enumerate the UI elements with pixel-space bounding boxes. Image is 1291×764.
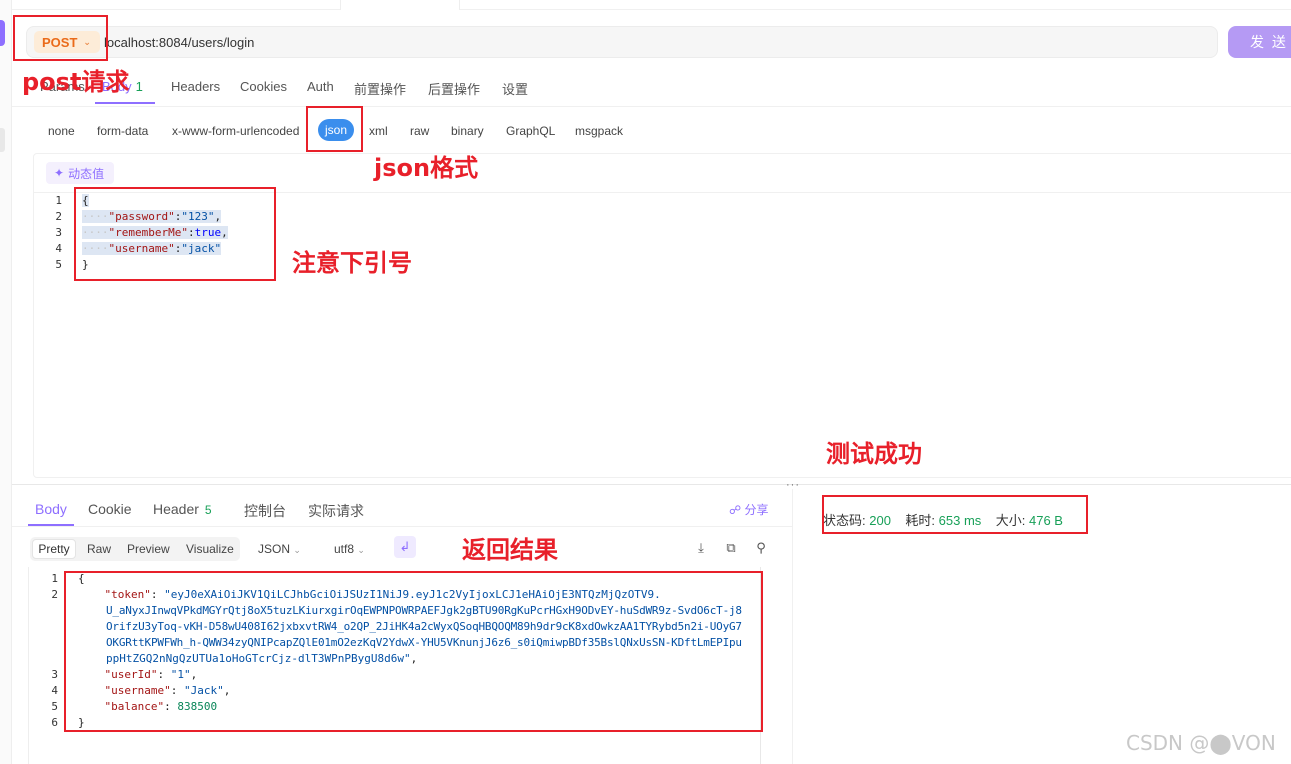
tab-post-processors[interactable]: 后置操作 bbox=[428, 79, 480, 98]
top-tab[interactable] bbox=[340, 0, 460, 10]
panel-splitter-vertical[interactable] bbox=[792, 489, 793, 764]
drag-handle-icon[interactable]: ··· bbox=[786, 479, 800, 491]
annotation-result: 返回结果 bbox=[462, 536, 558, 564]
word-wrap-icon[interactable]: ↲ bbox=[394, 536, 416, 558]
tab-settings[interactable]: 设置 bbox=[502, 79, 528, 98]
chevron-down-icon: ⌄ bbox=[357, 545, 365, 555]
resp-tab-header[interactable]: Header 5 bbox=[153, 501, 212, 517]
tab-pre-processors[interactable]: 前置操作 bbox=[354, 79, 406, 98]
line-number: 5 bbox=[51, 700, 58, 713]
annotation-box-json bbox=[306, 106, 363, 152]
body-type-form-data[interactable]: form-data bbox=[97, 124, 148, 138]
resp-tab-console[interactable]: 控制台 bbox=[244, 501, 286, 521]
tab-label: 设置 bbox=[502, 82, 529, 97]
chevron-down-icon: ⌄ bbox=[293, 545, 301, 555]
line-number: 5 bbox=[55, 258, 62, 271]
panel-splitter[interactable] bbox=[12, 484, 1291, 485]
line-number: 1 bbox=[51, 572, 58, 585]
encoding-select[interactable]: utf8 ⌄ bbox=[334, 542, 365, 556]
tab-label: Auth bbox=[307, 79, 334, 94]
tab-label: Headers bbox=[171, 79, 221, 94]
watermark: CSDN @⬤VON bbox=[1126, 731, 1276, 755]
tab-label: Header bbox=[153, 501, 199, 517]
dynamic-value-button[interactable]: ✦ 动态值 bbox=[46, 162, 114, 184]
view-preview[interactable]: Preview bbox=[127, 542, 170, 556]
send-button[interactable]: 发 送 bbox=[1228, 26, 1291, 58]
annotation-box-method bbox=[13, 15, 108, 61]
annotation-post: post请求 bbox=[22, 68, 130, 96]
tab-auth[interactable]: Auth bbox=[307, 79, 334, 94]
top-tab-strip bbox=[12, 0, 1291, 10]
search-icon[interactable]: ⚲ bbox=[753, 540, 769, 556]
sidebar-marker[interactable] bbox=[0, 128, 5, 152]
body-type-urlencoded[interactable]: x-www-form-urlencoded bbox=[172, 124, 299, 138]
download-icon[interactable]: ⤓ bbox=[693, 540, 709, 556]
copy-icon[interactable]: ⧉ bbox=[723, 540, 739, 556]
tab-count: 1 bbox=[135, 79, 143, 94]
body-type-msgpack[interactable]: msgpack bbox=[575, 124, 623, 138]
line-number: 1 bbox=[55, 194, 62, 207]
line-number: 4 bbox=[55, 242, 62, 255]
annotation-box-status bbox=[822, 495, 1088, 534]
annotation-quotes: 注意下引号 bbox=[292, 249, 412, 277]
tab-label: Cookies bbox=[240, 79, 287, 94]
left-sidebar-strip bbox=[0, 0, 12, 764]
annotation-success: 测试成功 bbox=[826, 440, 922, 468]
tab-cookies[interactable]: Cookies bbox=[240, 79, 287, 94]
sidebar-active-marker[interactable] bbox=[0, 20, 5, 46]
view-raw[interactable]: Raw bbox=[87, 542, 111, 556]
view-visualize[interactable]: Visualize bbox=[186, 542, 234, 556]
tab-headers[interactable]: Headers bbox=[171, 79, 220, 94]
line-number: 3 bbox=[51, 668, 58, 681]
tab-label: 实际请求 bbox=[308, 503, 364, 519]
tab-label: Cookie bbox=[88, 501, 132, 517]
tab-label: 控制台 bbox=[244, 503, 286, 519]
annotation-box-response bbox=[64, 571, 763, 732]
annotation-box-body bbox=[74, 187, 276, 281]
format-select[interactable]: JSON ⌄ bbox=[258, 542, 301, 556]
share-label: 分享 bbox=[744, 503, 769, 517]
url-input[interactable] bbox=[104, 31, 1004, 53]
share-icon: ☍ bbox=[729, 503, 742, 517]
line-number: 6 bbox=[51, 716, 58, 729]
body-type-none[interactable]: none bbox=[48, 124, 75, 138]
magic-wand-icon: ✦ bbox=[54, 166, 65, 180]
line-number: 2 bbox=[55, 210, 62, 223]
divider bbox=[28, 567, 29, 764]
body-type-xml[interactable]: xml bbox=[369, 124, 388, 138]
body-type-binary[interactable]: binary bbox=[451, 124, 484, 138]
body-type-graphql[interactable]: GraphQL bbox=[506, 124, 555, 138]
tab-count: 5 bbox=[204, 503, 212, 517]
body-type-raw[interactable]: raw bbox=[410, 124, 429, 138]
tab-label: 后置操作 bbox=[428, 82, 481, 97]
tab-label: 前置操作 bbox=[354, 82, 407, 97]
tab-label: Body bbox=[35, 501, 67, 517]
line-number: 2 bbox=[51, 588, 58, 601]
view-pretty[interactable]: Pretty bbox=[32, 539, 76, 559]
format-value: JSON bbox=[258, 542, 291, 556]
line-number: 4 bbox=[51, 684, 58, 697]
encoding-value: utf8 bbox=[334, 542, 355, 556]
divider bbox=[12, 526, 792, 527]
resp-tab-actual-request[interactable]: 实际请求 bbox=[308, 501, 364, 521]
dynamic-value-label: 动态值 bbox=[68, 166, 105, 181]
line-number: 3 bbox=[55, 226, 62, 239]
divider bbox=[12, 106, 1291, 107]
resp-tab-cookie[interactable]: Cookie bbox=[88, 501, 132, 517]
active-tab-indicator bbox=[95, 102, 155, 104]
resp-tab-body[interactable]: Body bbox=[35, 501, 67, 517]
share-button[interactable]: ☍ 分享 bbox=[729, 501, 769, 518]
